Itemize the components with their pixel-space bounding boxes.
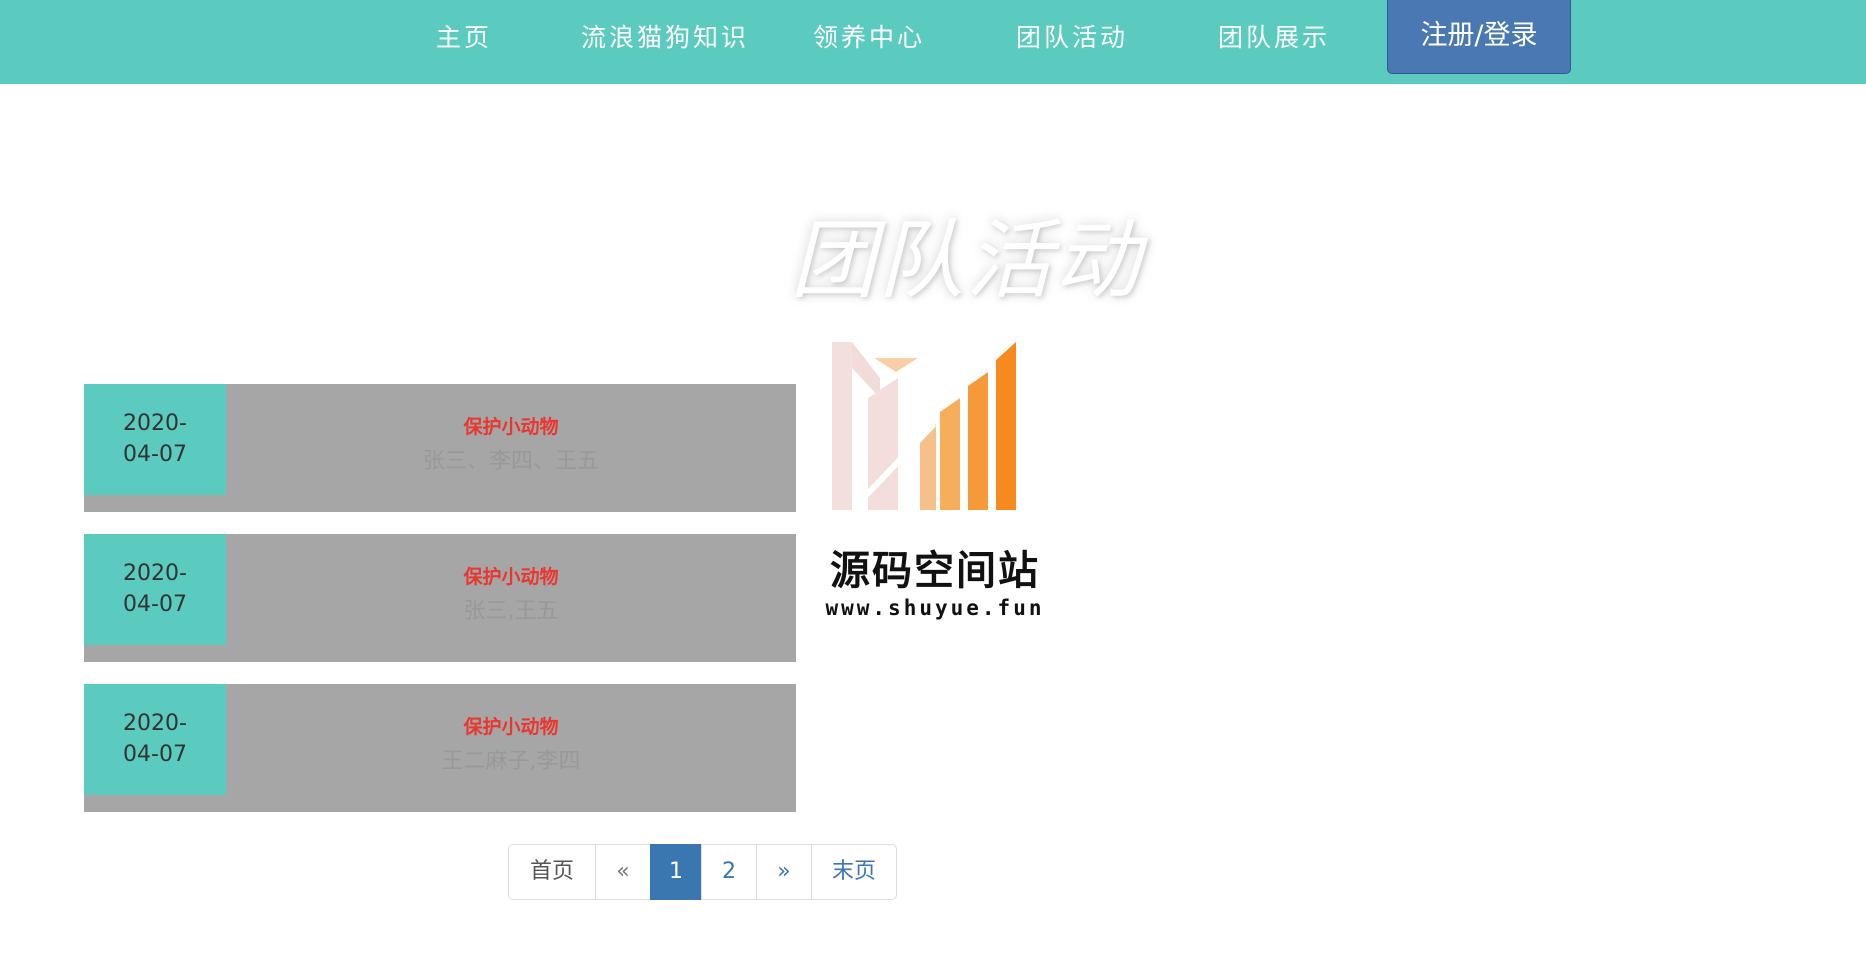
page-number-2[interactable]: 2 (701, 844, 757, 900)
activity-date: 2020- 04-07 (84, 384, 226, 495)
date-year: 2020- (123, 561, 187, 586)
top-navbar: 主页 流浪猫狗知识 领养中心 团队活动 团队展示 注册/登录 (0, 0, 1866, 84)
watermark-logo-icon (832, 342, 1016, 510)
register-login-button[interactable]: 注册/登录 (1387, 0, 1571, 74)
activity-card[interactable]: 2020- 04-07 保护小动物 王二麻子,李四 (84, 684, 796, 812)
pagination: 首页 « 1 2 » 末页 (508, 844, 897, 900)
section-title: 团队活动 (790, 211, 1142, 311)
date-monthday: 04-07 (123, 592, 187, 617)
watermark-logo: 源码空间站 www.shuyue.fun (810, 338, 1060, 628)
activity-title[interactable]: 保护小动物 (226, 412, 796, 439)
nav-item-stray-knowledge[interactable]: 流浪猫狗知识 (581, 20, 749, 56)
activity-members: 张三、李四、王五 (422, 449, 599, 474)
page-prev-button[interactable]: « (595, 844, 651, 900)
activity-members: 王二麻子,李四 (441, 749, 581, 774)
activity-date: 2020- 04-07 (84, 684, 226, 795)
watermark-name: 源码空间站 (830, 548, 1040, 594)
activity-card[interactable]: 2020- 04-07 保护小动物 张三,王五 (84, 534, 796, 662)
nav-item-home[interactable]: 主页 (436, 20, 492, 56)
page-number-1[interactable]: 1 (650, 844, 702, 900)
nav-item-team-activities[interactable]: 团队活动 (1016, 20, 1128, 56)
activity-date: 2020- 04-07 (84, 534, 226, 645)
date-year: 2020- (123, 411, 187, 436)
date-monthday: 04-07 (123, 742, 187, 767)
activity-card[interactable]: 2020- 04-07 保护小动物 张三、李四、王五 (84, 384, 796, 512)
date-year: 2020- (123, 711, 187, 736)
nav-item-team-showcase[interactable]: 团队展示 (1218, 20, 1330, 56)
page-last-button[interactable]: 末页 (811, 844, 897, 900)
nav-item-adoption-center[interactable]: 领养中心 (813, 20, 925, 56)
activity-title[interactable]: 保护小动物 (226, 712, 796, 739)
page-next-button[interactable]: » (756, 844, 812, 900)
watermark-url: www.shuyue.fun (825, 596, 1045, 620)
date-monthday: 04-07 (123, 442, 187, 467)
activity-members: 张三,王五 (463, 599, 559, 624)
page-first-button[interactable]: 首页 (508, 844, 596, 900)
activity-title[interactable]: 保护小动物 (226, 562, 796, 589)
